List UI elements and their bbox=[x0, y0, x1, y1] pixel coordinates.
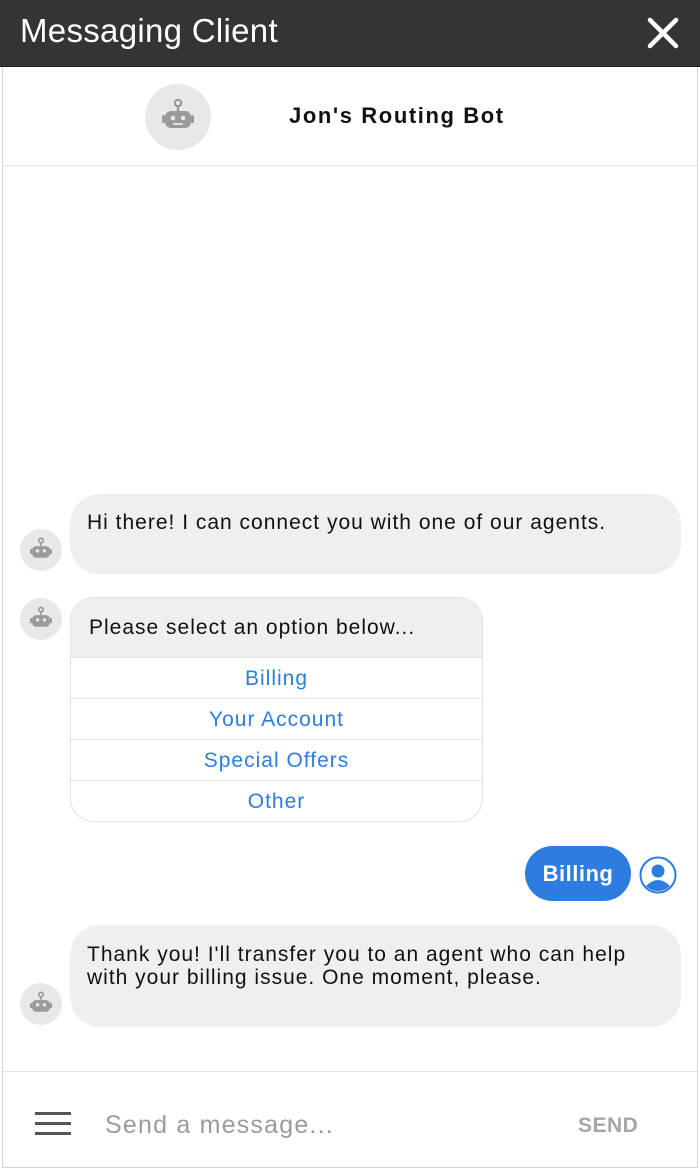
bot-avatar bbox=[20, 529, 62, 571]
user-message: Billing bbox=[525, 846, 631, 901]
bot-message: Hi there! I can connect you with one of … bbox=[70, 494, 681, 574]
robot-icon bbox=[162, 98, 194, 128]
options-card: Please select an option below... Billing… bbox=[70, 597, 483, 822]
robot-icon bbox=[30, 537, 52, 558]
option-special-offers[interactable]: Special Offers bbox=[71, 739, 482, 780]
option-billing[interactable]: Billing bbox=[71, 657, 482, 698]
option-your-account[interactable]: Your Account bbox=[71, 698, 482, 739]
message-text: Thank you! I'll transfer you to an agent… bbox=[87, 943, 627, 989]
option-other[interactable]: Other bbox=[71, 780, 482, 821]
close-icon[interactable] bbox=[644, 14, 682, 52]
user-avatar-icon bbox=[639, 856, 677, 894]
options-prompt: Please select an option below... bbox=[71, 598, 482, 657]
message-composer: SEND bbox=[3, 1071, 697, 1167]
bot-avatar bbox=[20, 983, 62, 1025]
bot-message: Thank you! I'll transfer you to an agent… bbox=[70, 925, 681, 1027]
hamburger-menu-icon[interactable] bbox=[35, 1112, 71, 1138]
bot-name: Jon's Routing Bot bbox=[289, 103, 505, 128]
robot-icon bbox=[30, 606, 52, 627]
bot-avatar bbox=[145, 84, 211, 150]
bot-avatar bbox=[20, 598, 62, 640]
send-button[interactable]: SEND bbox=[578, 1114, 638, 1138]
chat-header: Jon's Routing Bot bbox=[3, 67, 697, 166]
message-text: Hi there! I can connect you with one of … bbox=[87, 511, 607, 534]
window-title: Messaging Client bbox=[20, 12, 278, 49]
robot-icon bbox=[30, 991, 52, 1012]
message-input[interactable] bbox=[103, 1102, 547, 1148]
title-bar: Messaging Client bbox=[0, 0, 700, 67]
